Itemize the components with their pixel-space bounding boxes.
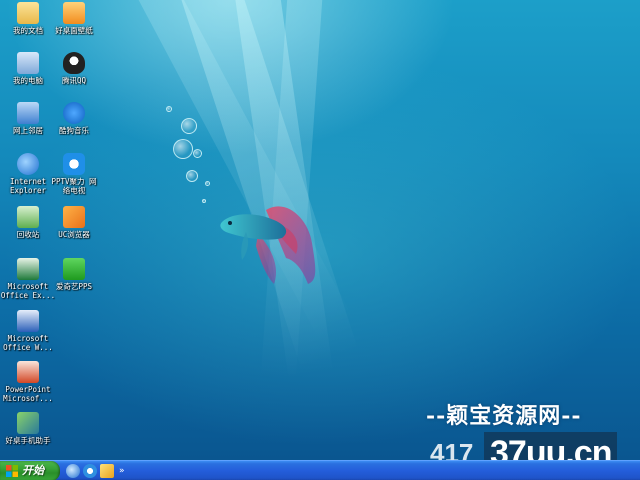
windows-logo-icon xyxy=(6,465,18,477)
desktop-icon-label: 爱奇艺PPS xyxy=(55,282,93,291)
desktop: 我的文档 我的电脑 网上邻居 Internet Explorer 回收站 Mic… xyxy=(0,0,640,460)
desktop-icon-label: 腾讯QQ xyxy=(61,76,87,85)
bubble xyxy=(202,199,206,203)
ie-quicklaunch-icon[interactable] xyxy=(66,464,80,478)
desktop-icon-powerpoint[interactable]: PowerPoint Microsof... xyxy=(0,361,56,403)
bubble xyxy=(173,139,193,159)
desktop-icon-kugou[interactable]: 酷狗音乐 xyxy=(46,102,102,135)
taskbar: 开始 » xyxy=(0,460,640,480)
desktop-icon-word[interactable]: Microsoft Office W... xyxy=(0,310,56,352)
bubble xyxy=(166,106,172,112)
kugou-music-icon xyxy=(63,102,85,124)
uc-browser-icon xyxy=(63,206,85,228)
desktop-icon-phone-assistant[interactable]: 好桌手机助手 xyxy=(0,412,56,445)
betta-fish-icon xyxy=(220,206,316,284)
desktop-icon-uc-browser[interactable]: UC浏览器 xyxy=(46,206,102,239)
pptv-icon xyxy=(63,153,85,175)
bubble xyxy=(193,149,202,158)
desktop-icon-label: 好桌手机助手 xyxy=(5,436,51,445)
word-icon xyxy=(17,310,39,332)
bubble xyxy=(181,118,197,134)
desktop-icon-label: 酷狗音乐 xyxy=(59,126,89,135)
watermark-domain: 37uu.cn xyxy=(484,432,618,460)
desktop-icon-pptv[interactable]: PPTV聚力 网 络电视 xyxy=(46,153,102,195)
folder-documents-icon xyxy=(17,2,39,24)
desktop-icon-iqiyi[interactable]: 爱奇艺PPS xyxy=(46,258,102,291)
quick-launch-bar: » xyxy=(66,463,125,479)
powerpoint-icon xyxy=(17,361,39,383)
start-button[interactable]: 开始 xyxy=(0,461,60,480)
wallpaper-app-icon xyxy=(63,2,85,24)
watermark-site-name: --颖宝资源网-- xyxy=(426,403,582,429)
browser-quicklaunch-icon[interactable] xyxy=(83,464,97,478)
desktop-icon-label: Microsoft Office W... xyxy=(3,334,53,352)
desktop-icon-label: PPTV聚力 网 络电视 xyxy=(51,177,97,195)
quick-launch-more-icon[interactable]: » xyxy=(119,464,125,478)
bubble xyxy=(186,170,198,182)
bubble xyxy=(205,181,210,186)
start-label: 开始 xyxy=(22,464,44,477)
excel-icon xyxy=(17,258,39,280)
iqiyi-icon xyxy=(63,258,85,280)
network-places-icon xyxy=(17,102,39,124)
show-desktop-icon[interactable] xyxy=(100,464,114,478)
recycle-bin-icon xyxy=(17,206,39,228)
watermark-banner: 417 37uu.cn xyxy=(426,432,636,460)
desktop-icon-qq[interactable]: 腾讯QQ xyxy=(46,52,102,85)
watermark: --颖宝资源网-- 417 37uu.cn xyxy=(426,398,636,460)
desktop-icon-wallpaper[interactable]: 好桌面壁纸 xyxy=(46,2,102,35)
desktop-icon-label: UC浏览器 xyxy=(58,230,90,239)
qq-penguin-icon xyxy=(63,52,85,74)
desktop-icon-label: 好桌面壁纸 xyxy=(55,26,93,35)
computer-icon xyxy=(17,52,39,74)
watermark-prefix: 417 xyxy=(430,438,474,460)
desktop-icon-label: PowerPoint Microsof... xyxy=(3,385,53,403)
internet-explorer-icon xyxy=(17,153,39,175)
phone-assistant-icon xyxy=(17,412,39,434)
